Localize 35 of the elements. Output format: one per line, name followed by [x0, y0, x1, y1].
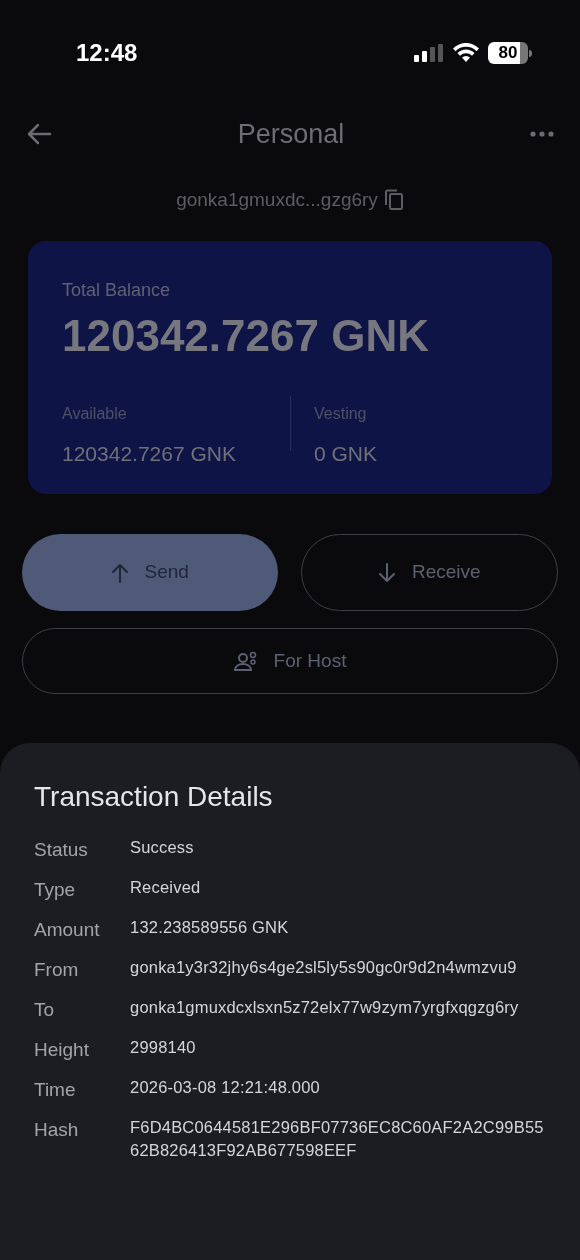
detail-value: F6D4BC0644581E296BF07736EC8C60AF2A2C99B5562B826413F92AB677598EEF [130, 1117, 545, 1161]
available-amount: 120342.7267 GNK [62, 441, 237, 467]
detail-value: 132.238589556 GNK [130, 917, 290, 938]
more-icon[interactable] [530, 131, 554, 137]
status-time: 12:48 [76, 38, 138, 68]
wifi-icon [452, 43, 480, 63]
detail-value: 2998140 [130, 1037, 197, 1058]
page-title: Personal [237, 117, 345, 151]
detail-label: Type [34, 878, 77, 902]
detail-value: 2026-03-08 12:21:48.000 [130, 1077, 321, 1098]
battery-level: 80 [488, 42, 528, 64]
detail-value: Received [130, 877, 202, 898]
total-balance-label: Total Balance [62, 279, 172, 302]
copy-icon[interactable] [383, 189, 404, 211]
total-balance-amount: 120342.7267 GNK [62, 310, 430, 362]
signal-icon [414, 44, 444, 62]
sheet-title: Transaction Details [34, 780, 274, 814]
detail-label: Amount [34, 918, 101, 942]
detail-label: Status [34, 838, 89, 862]
arrow-up-icon [110, 562, 129, 583]
wallet-address: gonka1gmuxdc...gzg6ry [176, 187, 378, 212]
detail-label: Height [34, 1038, 90, 1062]
detail-value: gonka1y3r32jhy6s4ge2sl5ly5s90gc0r9d2n4wmzvu9 [130, 957, 518, 978]
arrow-down-icon [377, 562, 396, 583]
vesting-label: Vesting [314, 404, 368, 424]
detail-label: To [34, 998, 56, 1022]
detail-label: Hash [34, 1118, 80, 1142]
available-label: Available [62, 404, 128, 424]
detail-value: gonka1gmuxdcxlsxn5z72elx77w9zym7yrgfxqgzg6ry [130, 997, 520, 1018]
detail-label: From [34, 958, 80, 982]
vesting-amount: 0 GNK [314, 441, 378, 467]
send-button[interactable]: Send [22, 534, 278, 611]
back-icon[interactable] [26, 123, 52, 145]
detail-label: Time [34, 1078, 77, 1102]
detail-value: Success [130, 837, 195, 858]
